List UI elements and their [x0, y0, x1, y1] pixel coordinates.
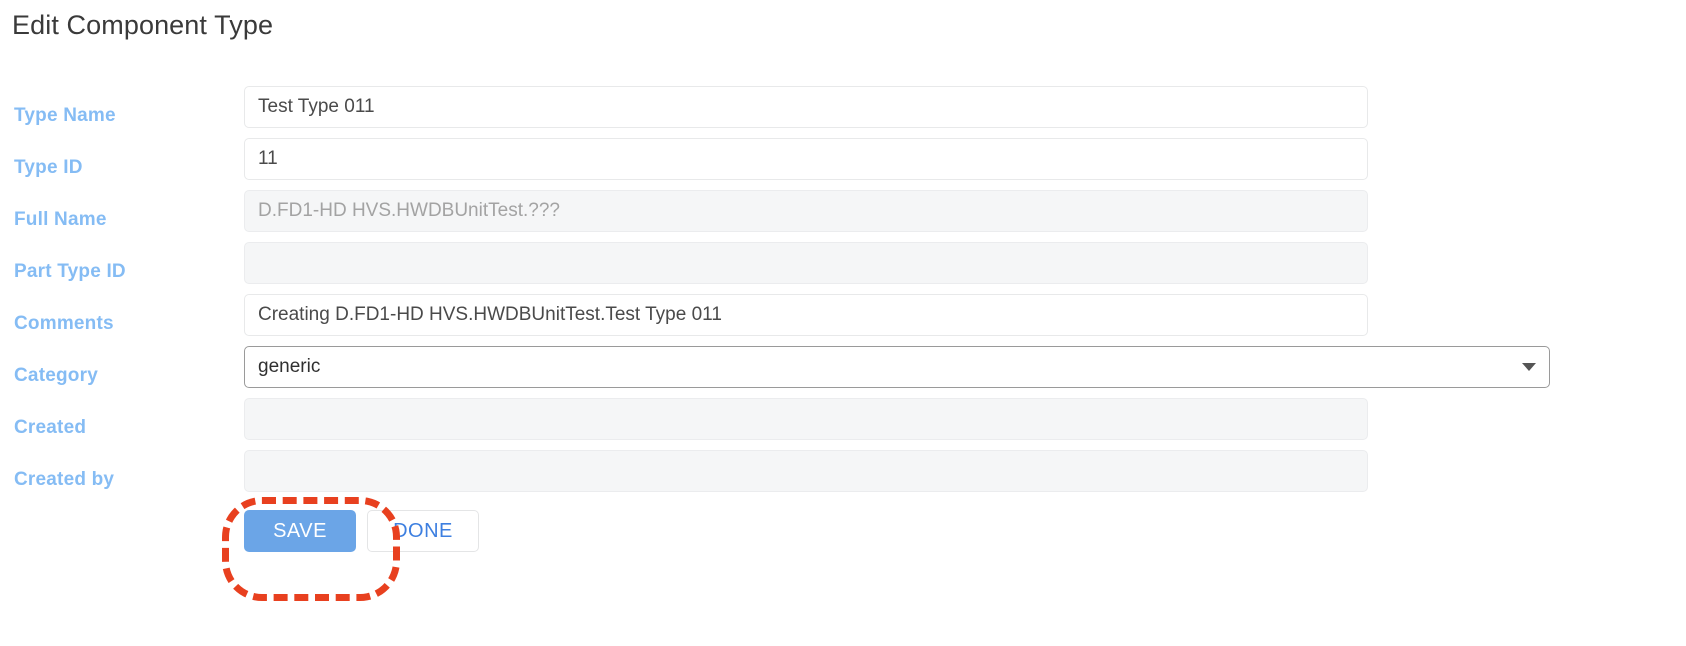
full-name-input: [244, 190, 1368, 232]
field-label-full-name: Full Name: [14, 209, 107, 230]
created-by-input: [244, 450, 1368, 492]
field-label-type-id: Type ID: [14, 157, 83, 178]
category-select-value: generic: [258, 356, 321, 377]
chevron-down-icon[interactable]: [1522, 363, 1536, 371]
field-label-type-name: Type Name: [14, 105, 116, 126]
form-row-comments: Comments: [0, 294, 1686, 346]
field-control-full-name: [244, 190, 1368, 232]
field-control-type-name: [244, 86, 1368, 128]
form-row-full-name: Full Name: [0, 190, 1686, 242]
type-id-input[interactable]: [244, 138, 1368, 180]
field-control-created: [244, 398, 1368, 440]
done-button[interactable]: DONE: [367, 510, 479, 552]
category-select[interactable]: generic: [244, 346, 1550, 388]
form-row-created: Created: [0, 398, 1686, 450]
type-name-input[interactable]: [244, 86, 1368, 128]
field-label-created-by: Created by: [14, 469, 115, 490]
field-label-comments: Comments: [14, 313, 114, 334]
created-input: [244, 398, 1368, 440]
field-control-created-by: [244, 450, 1368, 492]
save-button[interactable]: SAVE: [244, 510, 356, 552]
field-control-part-type-id: [244, 242, 1368, 284]
part-type-id-input: [244, 242, 1368, 284]
field-label-part-type-id: Part Type ID: [14, 261, 126, 282]
form-row-part-type-id: Part Type ID: [0, 242, 1686, 294]
form-row-type-name: Type Name: [0, 86, 1686, 138]
field-label-created: Created: [14, 417, 87, 438]
field-control-type-id: [244, 138, 1368, 180]
field-control-comments: [244, 294, 1368, 336]
form-row-category: Category generic: [0, 346, 1686, 398]
field-control-category: generic: [244, 346, 1550, 388]
form-row-created-by: Created by: [0, 450, 1686, 502]
form-action-bar: SAVE DONE: [244, 510, 479, 552]
field-label-category: Category: [14, 365, 98, 386]
component-type-form: Type Name Type ID Full Name Part Type ID Com…: [0, 86, 1686, 502]
edit-component-type-page: Edit Component Type Type Name Type ID Full…: [0, 0, 1686, 646]
comments-input[interactable]: [244, 294, 1368, 336]
form-row-type-id: Type ID: [0, 138, 1686, 190]
page-title: Edit Component Type: [12, 10, 274, 40]
